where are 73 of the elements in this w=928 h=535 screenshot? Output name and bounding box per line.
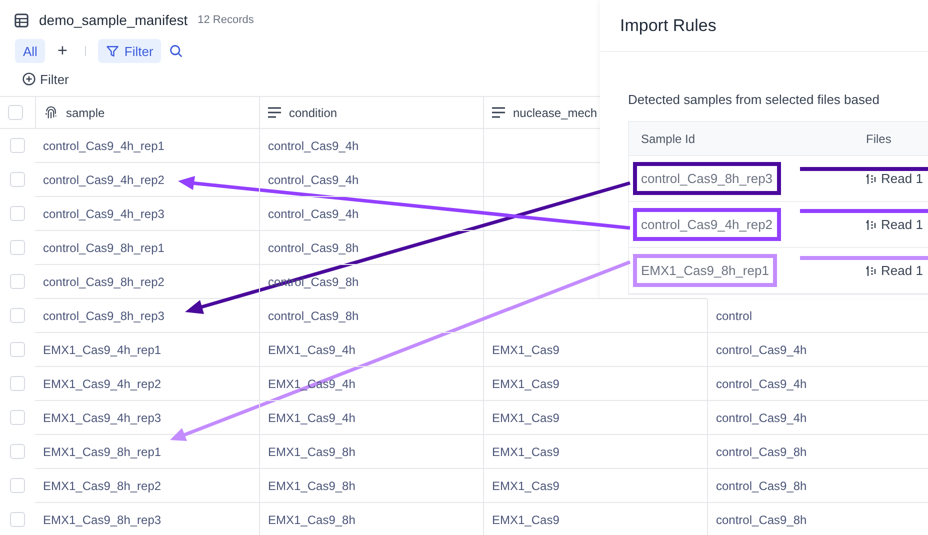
table-cell: control_Cas9_4h_rep3 [35, 197, 259, 231]
file-label: Read 1 [881, 171, 923, 186]
text-lines-icon [492, 107, 505, 118]
column-header: Sample Id [641, 132, 696, 146]
table-cell: EMX1_Cas9_4h [259, 333, 483, 367]
table-cell: control_Cas9_8h [259, 299, 483, 333]
table-title: demo_sample_manifest [39, 12, 188, 28]
table-cell: control_Cas9_4h [259, 129, 483, 163]
table-cell: control_Cas9_4h_rep1 [35, 129, 259, 163]
row-checkbox[interactable] [10, 138, 25, 153]
file-label: Read 1 [881, 263, 923, 278]
row-checkbox[interactable] [10, 512, 25, 527]
row-checkbox[interactable] [10, 206, 25, 221]
table-cell: control_Cas9_8h [259, 231, 483, 265]
table-cell: control [707, 299, 928, 333]
table-cell: EMX1_Cas9 [483, 333, 707, 367]
file-label: Read 1 [881, 217, 923, 232]
table-cell: EMX1_Cas9_4h_rep1 [35, 333, 259, 367]
table-cell: EMX1_Cas9_8h [259, 435, 483, 469]
table-cell: control_Cas9_4h [259, 163, 483, 197]
row-checkbox[interactable] [10, 444, 25, 459]
fingerprint-icon [44, 106, 58, 120]
row-checkbox[interactable] [10, 240, 25, 255]
table-cell: control_Cas9_8h [707, 469, 928, 503]
row-checkbox[interactable] [10, 274, 25, 289]
row-checkbox[interactable] [10, 478, 25, 493]
table-cell: control_Cas9_4h [259, 197, 483, 231]
panel-description: Detected samples from selected files based [628, 92, 880, 107]
table-cell: control_Cas9_8h [707, 503, 928, 535]
table-cell: control_Cas9_8h [707, 435, 928, 469]
text-lines-icon [268, 107, 281, 118]
table-cell: control_Cas9_8h_rep1 [35, 231, 259, 265]
table-cell: EMX1_Cas9_8h_rep2 [35, 469, 259, 503]
sample-id: control_Cas9_8h_rep3 [633, 162, 781, 195]
table-cell: EMX1_Cas9_4h [259, 401, 483, 435]
column-header: Files [866, 132, 892, 146]
select-all-checkbox[interactable] [8, 105, 23, 120]
add-filter-button[interactable]: Filter [22, 69, 69, 89]
funnel-icon [106, 44, 120, 58]
row-checkbox[interactable] [10, 376, 25, 391]
table-cell: EMX1_Cas9 [483, 367, 707, 401]
row-checkbox[interactable] [10, 308, 25, 323]
table-cell: EMX1_Cas9_8h [259, 503, 483, 535]
reads-icon [866, 218, 877, 230]
plus-circle-icon [22, 72, 36, 86]
sample-id: control_Cas9_4h_rep2 [633, 208, 781, 241]
table-cell: control_Cas9_4h [707, 401, 928, 435]
table-cell: EMX1_Cas9 [483, 401, 707, 435]
table-cell: EMX1_Cas9 [483, 503, 707, 535]
reads-icon [866, 264, 877, 276]
row-checkbox[interactable] [10, 342, 25, 357]
view-tab[interactable]: All [15, 39, 46, 63]
table-cell: control_Cas9_4h [707, 367, 928, 401]
reads-icon [866, 172, 877, 184]
row-checkbox[interactable] [10, 172, 25, 187]
table-cell: control_Cas9_4h [707, 333, 928, 367]
table-cell: control_Cas9_8h_rep2 [35, 265, 259, 299]
column-header[interactable]: sample [66, 106, 105, 120]
table-cell: EMX1_Cas9_4h_rep2 [35, 367, 259, 401]
add-view-button[interactable]: + [51, 39, 74, 63]
table-cell: EMX1_Cas9 [483, 435, 707, 469]
panel-title: Import Rules [620, 16, 716, 36]
column-header[interactable]: nuclease_mech [513, 106, 598, 120]
record-count: 12 Records [198, 14, 254, 26]
table-cell: EMX1_Cas9_8h [259, 469, 483, 503]
sample-id: EMX1_Cas9_8h_rep1 [633, 254, 777, 287]
table-cell: EMX1_Cas9_8h_rep3 [35, 503, 259, 535]
table-icon [14, 12, 29, 28]
row-checkbox[interactable] [10, 410, 25, 425]
filter-button[interactable]: Filter [98, 39, 162, 63]
table-cell: EMX1_Cas9 [483, 469, 707, 503]
search-icon [169, 44, 184, 58]
column-header[interactable]: condition [289, 106, 338, 120]
